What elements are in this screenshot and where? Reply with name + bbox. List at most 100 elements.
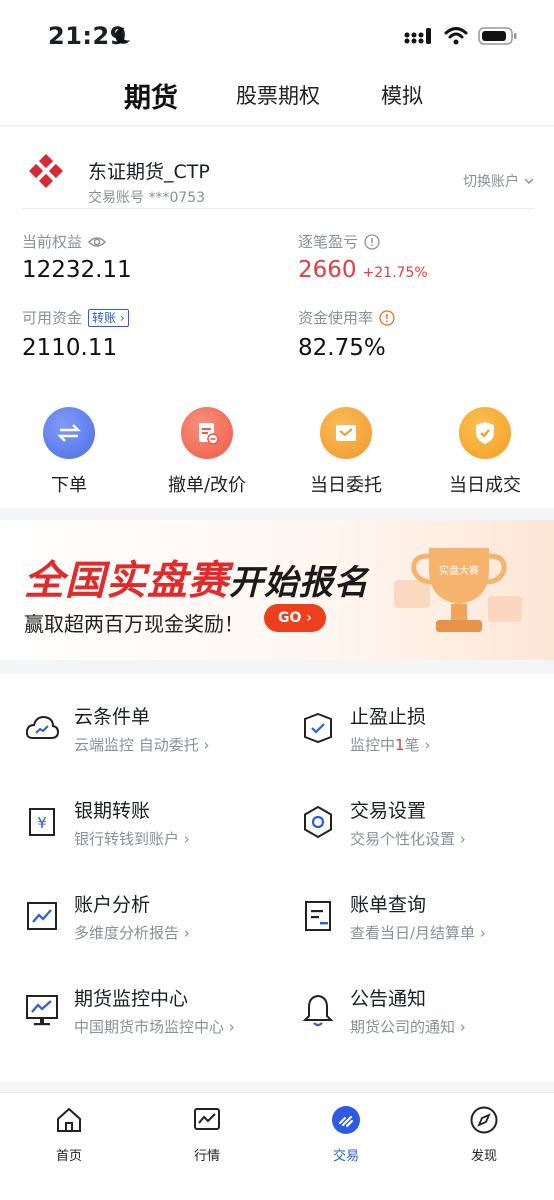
available-label: 可用资金 bbox=[22, 309, 83, 327]
banner-title-red: 全国实盘赛 bbox=[24, 558, 229, 604]
market-chart-icon bbox=[194, 1108, 220, 1130]
switch-account-button[interactable]: 切换账户 bbox=[463, 171, 534, 191]
banner-title: 全国实盘赛开始报名 bbox=[24, 548, 369, 606]
trophy-text: 实盘大赛 bbox=[439, 564, 479, 577]
tab-futures[interactable]: 期货 bbox=[124, 76, 178, 115]
banner-subtitle: 赢取超两百万现金奖励！ bbox=[24, 612, 244, 636]
eye-icon[interactable] bbox=[88, 235, 107, 249]
service-bank-futures-transfer[interactable]: ¥ 银期转账 银行转钱到账户 › bbox=[24, 796, 284, 866]
quick-cancel-order-label: 撤单/改价 bbox=[167, 475, 247, 496]
svg-text:¥: ¥ bbox=[37, 814, 47, 832]
battery-icon bbox=[478, 27, 517, 45]
service-title: 公告通知 bbox=[350, 988, 427, 1010]
available-value: 2110.11 bbox=[22, 335, 118, 361]
info-icon[interactable] bbox=[364, 233, 380, 250]
service-subtitle: 监控中1笔 › bbox=[350, 736, 431, 754]
tab-discover[interactable]: 发现 bbox=[444, 1105, 524, 1164]
competition-banner[interactable]: 全国实盘赛开始报名 赢取超两百万现金奖励！ GO › 实盘大赛 bbox=[0, 520, 554, 660]
service-cloud-condition-order[interactable]: 云条件单 云端监控 自动委托 › bbox=[24, 702, 284, 772]
service-take-profit-stop-loss[interactable]: 止盈止损 监控中1笔 › bbox=[300, 702, 554, 772]
bell-icon bbox=[302, 994, 334, 1027]
transfer-tag-button[interactable]: 转账 › bbox=[88, 308, 129, 327]
account-card: 东证期货_CTP 交易账号 ***0753 切换账户 当前权益 12232.11… bbox=[0, 127, 554, 508]
top-tab-bar: 期货 股票期权 模拟 bbox=[0, 72, 554, 126]
service-subtitle: 云端监控 自动委托 › bbox=[74, 736, 210, 754]
available-label-group: 可用资金 转账 › bbox=[22, 307, 129, 328]
service-title: 交易设置 bbox=[350, 800, 427, 822]
service-subtitle: 查看当日/月结算单 › bbox=[350, 924, 486, 942]
quick-today-entrust-label: 当日委托 bbox=[310, 475, 382, 496]
trophy-icon: 实盘大赛 bbox=[394, 548, 522, 632]
banner-go-button[interactable]: GO › bbox=[264, 604, 326, 632]
quick-today-deal[interactable]: 当日成交 bbox=[430, 407, 540, 497]
warning-info-icon[interactable] bbox=[379, 309, 395, 326]
service-trade-settings[interactable]: 交易设置 交易个性化设置 › bbox=[300, 796, 554, 866]
quick-place-order[interactable]: 下单 bbox=[14, 407, 124, 497]
entrust-icon bbox=[320, 407, 372, 459]
tab-market[interactable]: 行情 bbox=[167, 1105, 247, 1164]
cancel-order-icon bbox=[181, 407, 233, 459]
service-bill-query[interactable]: 账单查询 查看当日/月结算单 › bbox=[300, 890, 554, 960]
service-subtitle: 多维度分析报告 › bbox=[74, 924, 190, 942]
deal-shield-icon bbox=[459, 407, 511, 459]
cellular-signal-icon bbox=[404, 28, 431, 44]
tab-discover-label: 发现 bbox=[470, 1149, 497, 1164]
hexagon-settings-icon bbox=[304, 805, 332, 839]
tab-stock-options[interactable]: 股票期权 bbox=[236, 80, 320, 110]
service-title: 账单查询 bbox=[350, 894, 427, 916]
tab-trade-label: 交易 bbox=[332, 1149, 359, 1164]
shield-check-icon bbox=[304, 712, 332, 744]
service-title: 止盈止损 bbox=[350, 706, 427, 728]
status-bar: 21:29 bbox=[0, 0, 554, 72]
banner-go-label: GO bbox=[277, 610, 302, 626]
tab-home[interactable]: 首页 bbox=[29, 1105, 109, 1164]
service-subtitle: 中国期货市场监控中心 › bbox=[74, 1018, 235, 1036]
pnl-value-group: 2660 +21.75% bbox=[298, 257, 428, 283]
do-not-disturb-moon-icon bbox=[115, 27, 130, 44]
quick-today-entrust[interactable]: 当日委托 bbox=[291, 407, 401, 497]
pnl-value: 2660 bbox=[298, 257, 357, 283]
chevron-down-icon bbox=[524, 178, 534, 184]
service-subtitle: 交易个性化设置 › bbox=[350, 830, 466, 848]
quick-place-order-label: 下单 bbox=[51, 475, 87, 496]
pnl-label-group: 逐笔盈亏 bbox=[298, 231, 380, 252]
service-subtitle: 银行转钱到账户 › bbox=[74, 830, 190, 848]
bill-icon bbox=[305, 901, 331, 931]
account-row: 东证期货_CTP 交易账号 ***0753 切换账户 bbox=[22, 141, 534, 209]
trade-icon bbox=[332, 1106, 360, 1134]
bottom-tab-bar: 首页 行情 交易 发现 bbox=[0, 1092, 554, 1200]
home-icon bbox=[57, 1107, 81, 1132]
wifi-icon bbox=[444, 27, 468, 45]
transfer-arrows-icon bbox=[43, 407, 95, 459]
service-futures-monitoring-center[interactable]: 期货监控中心 中国期货市场监控中心 › bbox=[24, 984, 284, 1054]
monitor-icon bbox=[26, 995, 58, 1026]
quick-today-deal-label: 当日成交 bbox=[449, 475, 521, 496]
cloud-icon bbox=[25, 715, 60, 739]
banner-title-black: 开始报名 bbox=[229, 563, 369, 603]
service-subtitle: 期货公司的通知 › bbox=[350, 1018, 466, 1036]
broker-logo-icon bbox=[29, 154, 63, 188]
yuan-card-icon: ¥ bbox=[29, 808, 55, 836]
equity-label: 当前权益 bbox=[22, 233, 83, 251]
equity-label-group: 当前权益 bbox=[22, 231, 107, 252]
switch-account-label: 切换账户 bbox=[463, 174, 519, 190]
compass-icon bbox=[470, 1106, 498, 1134]
quick-cancel-order[interactable]: 撤单/改价 bbox=[152, 407, 262, 497]
equity-value: 12232.11 bbox=[22, 257, 132, 283]
service-panel: 云条件单 云端监控 自动委托 › 止盈止损 监控中1笔 › ¥ 银期转账 银行转… bbox=[0, 674, 554, 1082]
tab-simulation[interactable]: 模拟 bbox=[381, 80, 423, 110]
usage-value: 82.75% bbox=[298, 335, 386, 361]
tab-market-label: 行情 bbox=[193, 1149, 220, 1164]
service-title: 期货监控中心 bbox=[74, 988, 189, 1010]
account-number: 交易账号 ***0753 bbox=[88, 190, 206, 206]
tab-trade[interactable]: 交易 bbox=[306, 1105, 386, 1164]
pnl-label: 逐笔盈亏 bbox=[298, 233, 359, 251]
tab-home-label: 首页 bbox=[55, 1149, 82, 1164]
chart-analysis-icon bbox=[27, 902, 57, 930]
account-name: 东证期货_CTP bbox=[88, 161, 210, 183]
pnl-percent: +21.75% bbox=[362, 265, 428, 281]
service-account-analysis[interactable]: 账户分析 多维度分析报告 › bbox=[24, 890, 284, 960]
service-announcements[interactable]: 公告通知 期货公司的通知 › bbox=[300, 984, 554, 1054]
service-title: 账户分析 bbox=[74, 894, 151, 916]
service-title: 云条件单 bbox=[74, 706, 151, 728]
